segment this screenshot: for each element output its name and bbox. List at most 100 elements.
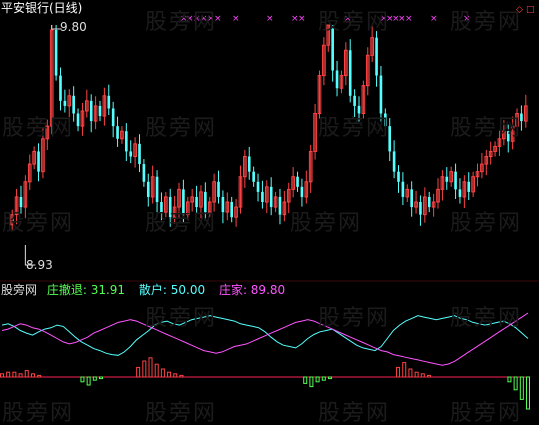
candle-body <box>116 126 119 139</box>
indicator-bar <box>513 376 518 391</box>
legend-dealer: 庄家: 89.80 <box>218 283 286 297</box>
legend-retail: 散户: 50.00 <box>138 283 206 297</box>
signal-square-marker: □ <box>526 5 535 15</box>
watermark: 股旁网 <box>145 116 218 141</box>
indicator-bar <box>173 373 178 378</box>
candle-body <box>348 50 352 96</box>
watermark: 股旁网 <box>450 306 523 331</box>
indicator-bar <box>86 376 91 386</box>
signal-marker: × <box>232 14 240 24</box>
watermark: 股旁网 <box>2 401 75 425</box>
watermark: 股旁网 <box>318 306 391 331</box>
watermark: 股旁网 <box>145 401 218 425</box>
indicator-bar <box>92 376 97 381</box>
candle-body <box>221 196 225 213</box>
candle-body <box>353 95 356 106</box>
candle-body <box>111 108 115 127</box>
watermark: 股旁网 <box>450 401 523 425</box>
indicator-bar <box>154 363 159 378</box>
indicator-legend: 股旁网 庄撤退: 31.91 散户: 50.00 庄家: 89.80 <box>1 283 285 297</box>
candle-body <box>261 191 264 203</box>
candle-body <box>146 181 150 197</box>
candle-body <box>63 100 67 106</box>
high-price-label: 9.80 <box>60 20 87 34</box>
low-price-label: 8.93 <box>26 258 53 272</box>
indicator-name: 股旁网 <box>1 283 38 297</box>
indicator-bar <box>136 366 141 378</box>
indicator-bar <box>315 376 320 383</box>
legend-retreat: 庄撤退: 31.91 <box>46 283 126 297</box>
candle-body <box>247 156 251 172</box>
watermark: 股旁网 <box>2 211 75 236</box>
indicator-bar <box>408 368 413 378</box>
signal-marker: × <box>405 14 413 24</box>
low-price-value: 8.93 <box>26 258 53 272</box>
watermark: 股旁网 <box>145 306 218 331</box>
chart-title: 平安银行(日线) <box>1 1 82 15</box>
candle-body <box>37 151 40 172</box>
signal-marker: × <box>266 14 274 24</box>
indicator-bar <box>396 366 401 378</box>
watermark: 股旁网 <box>290 211 363 236</box>
watermark: 股旁网 <box>318 10 391 35</box>
indicator-bar <box>160 368 165 378</box>
indicator-bar <box>0 373 4 378</box>
indicator-bar <box>420 373 425 378</box>
watermark: 股旁网 <box>450 10 523 35</box>
indicator-bar <box>18 373 23 378</box>
candle-body <box>392 151 396 172</box>
indicator-bar <box>402 362 407 378</box>
candle-body <box>269 186 273 208</box>
candle-body <box>256 181 260 192</box>
candle-body <box>252 171 255 182</box>
high-price-value: 9.80 <box>60 20 87 34</box>
candle-body <box>107 95 111 109</box>
indicator-bar <box>30 373 35 378</box>
indicator-bar <box>24 370 29 378</box>
indicator-bar <box>12 371 17 378</box>
chart-stage: × × × × × × × × × × × × × × × × × × ◇ □ 平安银行(日线) 9.80 8.93 … <box>0 0 539 425</box>
candle-body <box>401 181 405 197</box>
indicator-bar <box>142 360 147 378</box>
candle-body <box>296 176 299 187</box>
signal-marker: × <box>298 14 306 24</box>
candle-body <box>410 189 413 208</box>
indicator-bar <box>426 374 431 378</box>
candle-body <box>217 181 220 197</box>
indicator-bar <box>414 371 419 378</box>
candle-body <box>379 75 383 114</box>
chart-title-text: 平安银行(日线) <box>1 1 83 15</box>
candle-body <box>59 75 62 101</box>
indicator-bar <box>526 376 530 410</box>
candle-body <box>419 202 422 215</box>
candle-body <box>335 70 339 89</box>
candle-body <box>129 151 133 157</box>
candle-body <box>98 105 102 117</box>
watermark: 股旁网 <box>145 10 218 35</box>
signal-marker: × <box>430 14 438 24</box>
candle-body <box>138 143 141 165</box>
candle-body <box>89 100 93 122</box>
indicator-bar <box>321 376 326 381</box>
candle-body <box>397 171 400 182</box>
candle-body <box>458 189 462 197</box>
indicator-bar <box>37 374 42 378</box>
indicator-bar <box>303 376 308 384</box>
indicator-bar <box>148 357 153 378</box>
candle-body <box>125 131 128 152</box>
indicator-bar <box>167 371 172 378</box>
watermark: 股旁网 <box>450 116 523 141</box>
indicator-bar <box>6 371 11 378</box>
candle-body <box>54 30 58 76</box>
indicator-bar <box>309 376 314 388</box>
candle-body <box>230 202 234 218</box>
indicator-bar <box>179 374 184 378</box>
candle-body <box>76 113 80 127</box>
candle-body <box>155 176 159 203</box>
candle-body <box>467 181 471 192</box>
watermark: 股旁网 <box>2 116 75 141</box>
indicator-bar <box>99 376 104 380</box>
indicator-bar <box>327 376 332 380</box>
watermark: 股旁网 <box>318 401 391 425</box>
candle-body <box>375 37 378 76</box>
